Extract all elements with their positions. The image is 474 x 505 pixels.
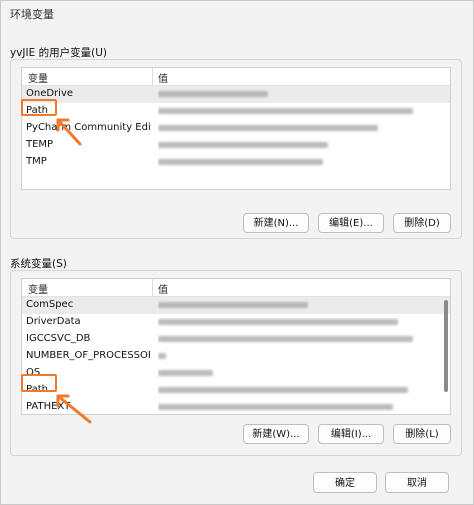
table-row[interactable]: ComSpec [22,297,450,314]
table-row[interactable]: IGCCSVC_DB [22,331,450,348]
system-variables-label: 系统变量(S) [10,258,67,270]
user-edit-button[interactable]: 编辑(E)... [318,213,384,233]
table-row[interactable]: TMP [22,154,450,171]
annotation-arrow-icon [56,394,92,424]
user-col-variable[interactable]: 变量 [28,70,48,85]
variable-value-blurred [158,334,418,344]
user-list-header: 变量 值 [22,68,450,86]
system-edit-button[interactable]: 编辑(I)... [318,424,384,444]
variable-name: IGCCSVC_DB [26,333,91,344]
user-delete-button[interactable]: 删除(D) [393,213,451,233]
user-col-value[interactable]: 值 [158,70,168,85]
variable-value-blurred [158,123,418,133]
variable-name: DriverData [26,316,81,327]
column-separator[interactable] [152,68,153,85]
system-col-variable[interactable]: 变量 [28,281,48,296]
variable-value-blurred [158,368,418,378]
system-delete-button[interactable]: 删除(L) [393,424,451,444]
window-title: 环境变量 [10,8,54,21]
ok-button[interactable]: 确定 [313,472,377,493]
system-list-header: 变量 值 [22,279,450,297]
table-row[interactable]: NUMBER_OF_PROCESSORS [22,348,450,365]
variable-value-blurred [158,317,418,327]
table-row[interactable]: OneDrive [22,86,450,103]
variable-name: TMP [26,156,47,167]
variable-value-blurred [158,157,418,167]
variable-value-blurred [158,106,418,116]
table-row[interactable]: DriverData [22,314,450,331]
user-variables-label: yvJIE 的用户变量(U) [10,47,107,59]
column-separator[interactable] [152,279,153,296]
user-new-button[interactable]: 新建(N)... [243,213,309,233]
variable-value-blurred [158,385,418,395]
variable-value-blurred [158,402,418,412]
title-bar: 环境变量 [1,1,473,29]
system-list-scrollbar[interactable] [444,300,448,392]
annotation-arrow-icon [56,118,82,146]
system-new-button[interactable]: 新建(W)... [243,424,309,444]
cancel-button[interactable]: 取消 [385,472,449,493]
variable-name: ComSpec [26,299,74,310]
table-row[interactable]: OS [22,365,450,382]
system-col-value[interactable]: 值 [158,281,168,296]
variable-value-blurred [158,140,418,150]
variable-value-blurred [158,89,418,99]
variable-name: OneDrive [26,88,74,99]
variable-value-blurred [158,351,418,361]
variable-name: NUMBER_OF_PROCESSORS [26,350,150,361]
variable-value-blurred [158,300,418,310]
